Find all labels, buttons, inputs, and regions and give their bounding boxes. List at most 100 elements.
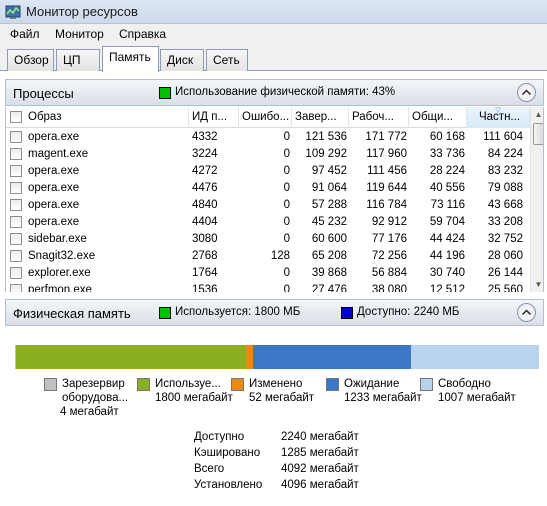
menu-file[interactable]: Файл	[8, 27, 42, 41]
menu-monitor[interactable]: Монитор	[53, 27, 106, 41]
table-cell: 56 884	[371, 267, 407, 279]
table-cell: 0	[283, 165, 290, 177]
table-cell: 0	[283, 284, 290, 292]
row-checkbox[interactable]	[10, 199, 22, 211]
physical-memory-section-header[interactable]: Физическая память Используется: 1800 МБ …	[5, 299, 544, 326]
table-cell: 33 208	[487, 216, 523, 228]
table-cell: 28 060	[487, 250, 523, 262]
legend-label: Зарезервир	[62, 378, 125, 390]
column-header-image[interactable]: Образ	[6, 107, 189, 128]
chevron-up-icon	[522, 309, 531, 315]
table-cell: 0	[283, 182, 290, 194]
table-cell: 2768	[192, 250, 218, 262]
legend-label-line2: оборудова...	[62, 392, 129, 404]
legend-swatch	[326, 378, 339, 391]
table-cell: 79 088	[487, 182, 523, 194]
table-cell: sidebar.exe	[28, 233, 87, 245]
available-indicator	[341, 307, 353, 319]
table-cell: 65 208	[311, 250, 347, 262]
table-cell: 39 868	[311, 267, 347, 279]
table-cell: 45 232	[311, 216, 347, 228]
table-cell: 25 560	[487, 284, 523, 292]
table-cell: opera.exe	[28, 131, 80, 143]
table-cell: opera.exe	[28, 199, 80, 211]
table-row[interactable]: opera.exe 4272 0 97 452 111 456 28 224 83 232	[6, 163, 530, 180]
scroll-down-icon[interactable]: ▼	[531, 277, 543, 292]
legend-label: Свободно	[438, 378, 491, 390]
table-cell: 0	[283, 148, 290, 160]
stat-label: Всего	[194, 463, 225, 475]
table-cell: 0	[283, 267, 290, 279]
row-checkbox[interactable]	[10, 284, 22, 292]
in-use-indicator	[159, 307, 171, 319]
table-row[interactable]: opera.exe 4404 0 45 232 92 912 59 704 33 208	[6, 214, 530, 231]
menu-help[interactable]: Справка	[117, 27, 168, 41]
processes-table: Образ ИД п... Ошибо... Завер... Рабоч...…	[5, 107, 544, 292]
table-row[interactable]: explorer.exe 1764 0 39 868 56 884 30 740 26 14…	[6, 265, 530, 282]
physical-memory-collapse-button[interactable]	[517, 303, 536, 322]
table-row[interactable]: magent.exe 3224 0 109 292 117 960 33 736 84 22…	[6, 146, 530, 163]
table-cell: 92 912	[371, 216, 407, 228]
processes-collapse-button[interactable]	[517, 83, 536, 102]
row-checkbox[interactable]	[10, 182, 22, 194]
table-row[interactable]: Snagit32.exe 2768 128 65 208 72 256 44 196 28 …	[6, 248, 530, 265]
row-checkbox[interactable]	[10, 233, 22, 245]
tab-cpu[interactable]: ЦП	[56, 49, 100, 71]
table-cell: 4476	[192, 182, 218, 194]
in-use-text: Используется: 1800 МБ	[175, 306, 301, 318]
legend-swatch	[420, 378, 433, 391]
row-checkbox[interactable]	[10, 250, 22, 262]
column-header-commit[interactable]: Завер...	[292, 107, 349, 128]
column-header-private[interactable]: ▽ Частн...	[467, 107, 530, 128]
table-cell: Snagit32.exe	[28, 250, 96, 262]
tab-overview[interactable]: Обзор	[7, 49, 54, 71]
vertical-scrollbar[interactable]: ▲ ▼	[530, 107, 543, 292]
stat-value: 4096 мегабайт	[281, 479, 359, 491]
column-header-working-set[interactable]: Рабоч...	[349, 107, 409, 128]
table-cell: 60 600	[311, 233, 347, 245]
table-cell: 30 740	[429, 267, 465, 279]
memory-bar-segment	[16, 345, 246, 369]
table-cell: 4404	[192, 216, 218, 228]
scroll-up-icon[interactable]: ▲	[531, 107, 543, 122]
row-checkbox[interactable]	[10, 216, 22, 228]
row-checkbox[interactable]	[10, 165, 22, 177]
stat-label: Доступно	[194, 431, 245, 443]
table-cell: 12 512	[429, 284, 465, 292]
table-row[interactable]: sidebar.exe 3080 0 60 600 77 176 44 424 32 752	[6, 231, 530, 248]
table-cell: magent.exe	[28, 148, 89, 160]
table-row[interactable]: opera.exe 4840 0 57 288 116 784 73 116 43 668	[6, 197, 530, 214]
row-checkbox[interactable]	[10, 131, 22, 143]
table-cell: 4332	[192, 131, 218, 143]
column-header-hard-faults[interactable]: Ошибо...	[239, 107, 292, 128]
row-checkbox[interactable]	[10, 267, 22, 279]
memory-usage-indicator	[159, 87, 171, 99]
tab-memory[interactable]: Память	[102, 46, 159, 72]
table-cell: 26 144	[487, 267, 523, 279]
legend-label: Ожидание	[344, 378, 400, 390]
column-header-pid[interactable]: ИД п...	[189, 107, 239, 128]
legend-swatch	[231, 378, 244, 391]
stat-label: Установлено	[194, 479, 263, 491]
table-cell: 72 256	[371, 250, 407, 262]
column-header-shareable[interactable]: Общи...	[409, 107, 467, 128]
scrollbar-thumb[interactable]	[533, 123, 543, 145]
table-row[interactable]: perfmon.exe 1536 0 27 476 38 080 12 512 25 560	[6, 282, 530, 292]
memory-bar-segment	[246, 345, 253, 369]
table-cell: 3080	[192, 233, 218, 245]
legend-swatch	[137, 378, 150, 391]
table-cell: 44 196	[429, 250, 465, 262]
table-cell: 57 288	[311, 199, 347, 211]
tab-disk[interactable]: Диск	[160, 49, 204, 71]
tab-strip: Обзор ЦП Память Диск Сеть	[0, 44, 547, 72]
row-checkbox[interactable]	[10, 148, 22, 160]
processes-section-header[interactable]: Процессы Использование физической памяти…	[5, 79, 544, 106]
table-cell: 128	[270, 250, 290, 262]
stat-value: 2240 мегабайт	[281, 431, 359, 443]
select-all-checkbox[interactable]	[10, 111, 22, 123]
table-row[interactable]: opera.exe 4476 0 91 064 119 644 40 556 79 088	[6, 180, 530, 197]
legend-value: 1800 мегабайт	[155, 392, 233, 404]
table-row[interactable]: opera.exe 4332 0 121 536 171 772 60 168 111 60…	[6, 129, 530, 146]
tab-network[interactable]: Сеть	[206, 49, 248, 71]
resource-monitor-icon	[5, 5, 21, 19]
